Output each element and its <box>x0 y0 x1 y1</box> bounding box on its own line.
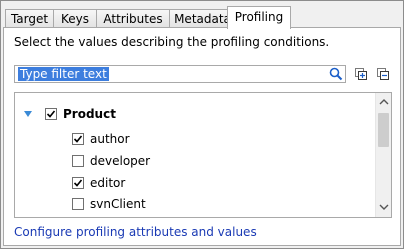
scroll-thumb[interactable] <box>378 113 389 147</box>
tab-profiling[interactable]: Profiling <box>227 6 291 29</box>
profiling-dialog: Target Keys Attributes Metadata Profilin… <box>0 0 404 249</box>
expander-arrow-icon[interactable] <box>23 110 33 118</box>
expand-all-icon[interactable] <box>354 67 368 81</box>
profiling-panel: Select the values describing the profili… <box>3 27 401 246</box>
author-checkbox[interactable] <box>72 133 84 145</box>
profiling-description: Select the values describing the profili… <box>14 35 330 49</box>
developer-checkbox[interactable] <box>72 155 84 167</box>
tab-target[interactable]: Target <box>5 9 54 27</box>
developer-label: developer <box>90 154 151 168</box>
svnclient-checkbox[interactable] <box>72 198 84 210</box>
svnclient-label: svnClient <box>90 197 146 211</box>
scroll-up-icon[interactable] <box>378 96 390 108</box>
tab-attributes[interactable]: Attributes <box>96 9 170 27</box>
search-icon[interactable] <box>329 67 343 81</box>
configure-profiling-link[interactable]: Configure profiling attributes and value… <box>14 225 257 239</box>
scroll-down-icon[interactable] <box>378 201 390 213</box>
product-label: Product <box>63 107 116 121</box>
product-checkbox[interactable] <box>45 108 57 120</box>
tab-keys[interactable]: Keys <box>53 9 97 27</box>
filter-text[interactable]: Type filter text <box>18 67 109 81</box>
editor-checkbox[interactable] <box>72 177 84 189</box>
editor-label: editor <box>90 176 126 190</box>
profiling-tree: Product author developer editor svnClien… <box>14 92 392 218</box>
tree-scrollbar[interactable] <box>375 93 391 217</box>
filter-input[interactable]: Type filter text <box>14 65 346 83</box>
collapse-all-icon[interactable] <box>376 67 390 81</box>
tab-metadata[interactable]: Metadata <box>169 9 236 27</box>
author-label: author <box>90 132 130 146</box>
